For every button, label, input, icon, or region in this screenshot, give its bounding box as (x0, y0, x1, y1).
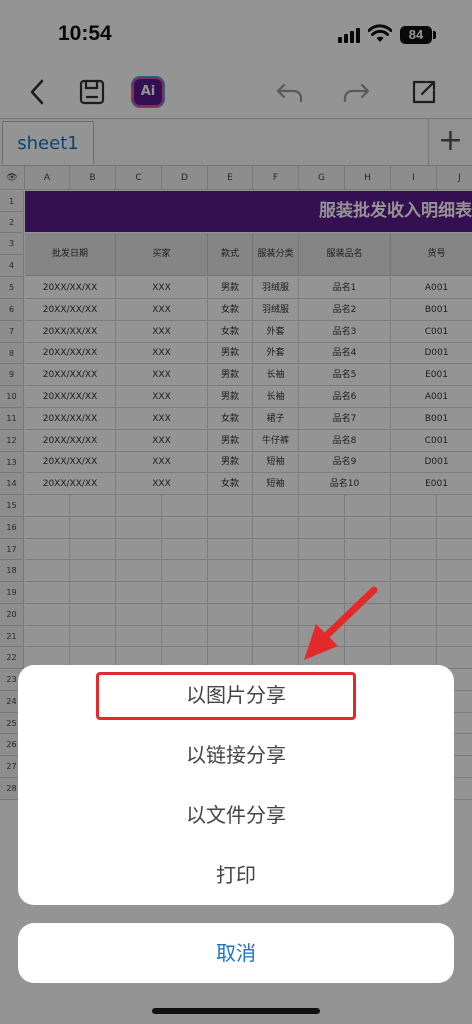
share-as-file-option[interactable]: 以文件分享 (18, 785, 454, 845)
cancel-button[interactable]: 取消 (18, 923, 454, 983)
highlight-box (96, 672, 356, 720)
share-as-link-option[interactable]: 以链接分享 (18, 725, 454, 785)
print-option[interactable]: 打印 (18, 845, 454, 905)
annotation-arrow (304, 586, 378, 660)
home-indicator (152, 1008, 320, 1014)
